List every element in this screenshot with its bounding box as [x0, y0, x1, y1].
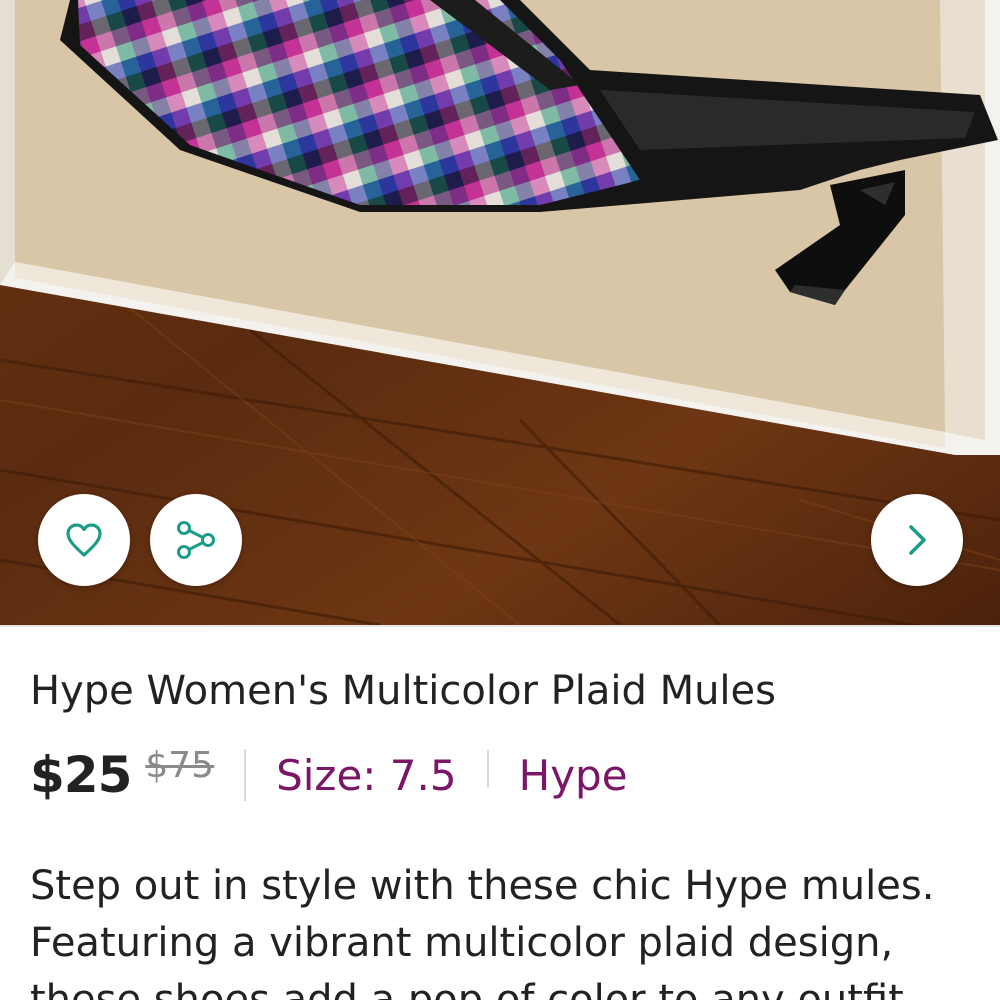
- share-icon: [174, 518, 218, 562]
- price: $25: [30, 746, 132, 804]
- size-link[interactable]: Size: 7.5: [276, 751, 457, 800]
- brand-link[interactable]: Hype: [519, 751, 628, 800]
- share-button[interactable]: [150, 494, 242, 586]
- photo-divider: [0, 625, 1000, 627]
- next-photo-button[interactable]: [871, 494, 963, 586]
- heart-icon: [64, 520, 104, 560]
- original-price: $75: [145, 744, 215, 786]
- divider: [244, 749, 247, 801]
- chevron-right-icon: [899, 522, 935, 558]
- listing-description: Step out in style with these chic Hype m…: [30, 863, 935, 1000]
- price-row: $25 $75 Size: 7.5 Hype: [30, 740, 628, 810]
- listing-page: Hype Women's Multicolor Plaid Mules $25 …: [0, 0, 1000, 1000]
- divider: [486, 750, 489, 788]
- like-button[interactable]: [38, 494, 130, 586]
- listing-title: Hype Women's Multicolor Plaid Mules: [30, 668, 776, 714]
